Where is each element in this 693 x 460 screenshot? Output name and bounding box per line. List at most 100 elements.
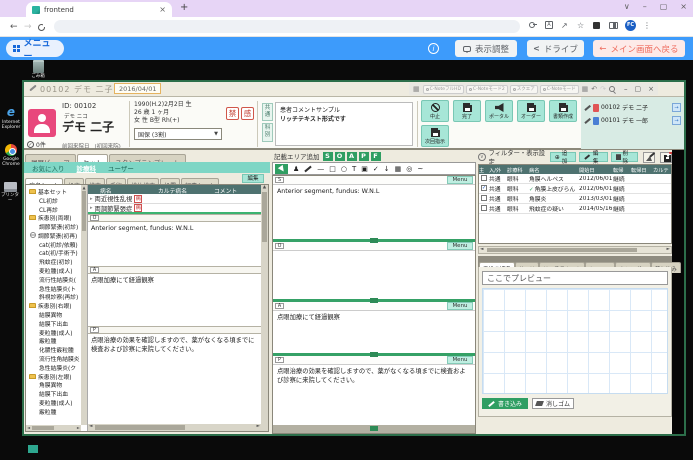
infection-badge[interactable]: 感 bbox=[241, 107, 254, 120]
tree-horizontal-scrollbar[interactable]: ◄► bbox=[26, 425, 81, 431]
pencil-tool-icon[interactable] bbox=[305, 165, 312, 172]
edit-pencil-icon[interactable] bbox=[29, 85, 36, 92]
action-button[interactable]: オーダー bbox=[517, 100, 545, 122]
text-tool-icon[interactable]: T bbox=[352, 164, 356, 174]
maximize-icon[interactable]: ▢ bbox=[660, 2, 668, 11]
contraindication-badge[interactable]: 禁 bbox=[226, 107, 239, 120]
sidebar-icon[interactable] bbox=[609, 22, 618, 29]
mode-option[interactable]: スクエア bbox=[510, 85, 538, 94]
section-menu-button[interactable]: Menu bbox=[447, 302, 473, 310]
patient-list-item[interactable]: 00101 デモ 一郎 bbox=[581, 114, 684, 127]
tree-item[interactable]: 麦粒腫(成人) bbox=[27, 328, 87, 337]
set-edit-button[interactable]: 編集 bbox=[242, 174, 264, 183]
edit-pencil-icon[interactable] bbox=[584, 118, 590, 124]
tab-close-icon[interactable]: × bbox=[159, 6, 166, 14]
editor-section-text-s[interactable]: Anterior segment, fundus: W.N.L bbox=[273, 185, 475, 239]
tree-item[interactable]: 疾患別(左眼) bbox=[27, 372, 87, 381]
address-input[interactable] bbox=[54, 20, 520, 33]
diagnosis-filter-row[interactable]: 共通 眼科 ✓飛蚊症の疑い 2014/05/16 継続 bbox=[479, 204, 671, 214]
tab-search-chevron-icon[interactable]: ∨ bbox=[624, 2, 630, 11]
new-tab-button[interactable]: + bbox=[180, 2, 188, 13]
tree-item[interactable]: 結膜下出血 bbox=[27, 319, 87, 328]
add-area-button[interactable]: P bbox=[359, 152, 369, 161]
filter-horizontal-scrollbar[interactable]: ◄► bbox=[478, 246, 672, 254]
section-bar-a[interactable]: A bbox=[88, 266, 261, 274]
mode-option[interactable]: C-Noteモード bbox=[540, 85, 579, 94]
editor-section-bar-o[interactable]: OMenu bbox=[273, 242, 475, 251]
undo-icon[interactable]: ↶ bbox=[591, 85, 597, 93]
tree-item[interactable]: 結膜下出血 bbox=[27, 389, 87, 398]
tree-item[interactable]: 疾患別(右眼) bbox=[27, 301, 87, 310]
patient-comment-box[interactable]: 患者コメントサンプル リッチテキスト形式です bbox=[275, 102, 413, 146]
section-text-o[interactable]: Anterior segment, fundus: W.N.L bbox=[88, 222, 261, 266]
tree-item[interactable]: 化膿性霰粒腫 bbox=[27, 345, 87, 354]
return-main-button[interactable]: ← メイン画面へ戻る bbox=[593, 40, 685, 57]
tree-item[interactable]: 麦粒腫(成人) bbox=[27, 266, 87, 275]
main-diagnosis-checkbox[interactable] bbox=[481, 205, 487, 211]
close-icon[interactable]: × bbox=[680, 2, 687, 11]
desktop-icon-printer[interactable]: プリンター bbox=[0, 182, 20, 204]
collapse-chevron-icon[interactable] bbox=[478, 153, 486, 161]
tree-item[interactable]: 角膜異物 bbox=[27, 381, 87, 390]
desktop-icon-ie[interactable]: e Internet Explorer bbox=[1, 106, 21, 131]
action-button[interactable]: 次回指示 bbox=[421, 125, 449, 147]
main-diagnosis-checkbox[interactable] bbox=[481, 185, 487, 191]
insurance-select[interactable]: 国保 (3割) ▼ bbox=[134, 128, 222, 140]
tabs-overflow-icon[interactable]: ▼ bbox=[666, 153, 670, 159]
edit-pencil-icon[interactable] bbox=[584, 105, 590, 111]
section-bar-p[interactable]: P bbox=[88, 326, 261, 334]
add-area-button[interactable]: S bbox=[323, 152, 333, 161]
emr-close-icon[interactable]: × bbox=[648, 85, 654, 93]
add-area-button[interactable]: O bbox=[335, 152, 345, 161]
tree-item[interactable]: CL初診 bbox=[27, 196, 87, 205]
display-adjust-button[interactable]: 表示調整 bbox=[455, 40, 517, 57]
tree-item[interactable]: cat(初診/依頼) bbox=[27, 240, 87, 249]
tree-item[interactable]: 流行性角結膜炎 bbox=[27, 354, 87, 363]
category-tab[interactable]: 診療科 bbox=[77, 163, 97, 173]
share-icon[interactable]: ↗ bbox=[561, 21, 568, 30]
visit-date-chip[interactable]: 2016/04/01 bbox=[114, 83, 161, 94]
section-menu-button[interactable]: Menu bbox=[447, 176, 473, 184]
signature-tool-icon[interactable]: ~ bbox=[417, 164, 423, 174]
minimize-icon[interactable]: – bbox=[643, 2, 647, 11]
editor-section-bar-s[interactable]: SMenu bbox=[273, 176, 475, 185]
editor-section-text-o[interactable] bbox=[273, 251, 475, 299]
patient-list-item[interactable]: 00102 デモ 二子 bbox=[581, 101, 684, 114]
tree-item[interactable]: 急性結膜炎(ク bbox=[27, 363, 87, 372]
layout-grid2-icon[interactable]: ▦ bbox=[582, 85, 589, 93]
edit-diagnosis-button[interactable]: 編集 bbox=[579, 152, 608, 162]
table-tool-icon[interactable]: ▦ bbox=[395, 164, 402, 174]
main-diagnosis-checkbox[interactable] bbox=[481, 175, 487, 181]
forward-icon[interactable]: → bbox=[24, 22, 32, 32]
section-menu-button[interactable]: Menu bbox=[447, 242, 473, 250]
magnifier-icon[interactable] bbox=[609, 86, 615, 92]
reload-icon[interactable] bbox=[38, 24, 45, 31]
tree-item[interactable]: 調節緊張(初再) bbox=[27, 231, 87, 240]
tree-item[interactable]: 斜視診察(再診) bbox=[27, 293, 87, 302]
mode-option[interactable]: C-Noteモード2 bbox=[466, 85, 508, 94]
drive-button[interactable]: < ドライブ bbox=[527, 40, 584, 57]
editor-section-bar-a[interactable]: AMenu bbox=[273, 302, 475, 311]
tree-item[interactable]: 結膜異物 bbox=[27, 310, 87, 319]
write-button[interactable]: 書き込み bbox=[482, 398, 528, 409]
add-area-button[interactable]: F bbox=[371, 152, 381, 161]
tree-item[interactable]: 急性結膜炎(ト bbox=[27, 284, 87, 293]
tree-item[interactable]: 霰粒腫 bbox=[27, 337, 87, 346]
action-button[interactable]: 中止 bbox=[421, 100, 449, 122]
check-tool-icon[interactable]: ✓ bbox=[373, 164, 379, 174]
circle-tool-icon[interactable]: ○ bbox=[341, 164, 347, 174]
import-tool-icon[interactable]: ↓ bbox=[384, 164, 390, 174]
section-resize-handle[interactable] bbox=[273, 239, 475, 242]
browser-tab[interactable]: frontend × bbox=[26, 2, 172, 17]
password-key-icon[interactable] bbox=[529, 21, 537, 29]
section-text-a[interactable]: 点眼加療にて経過観察 bbox=[88, 274, 261, 326]
section-resize-handle[interactable] bbox=[273, 353, 475, 356]
tree-item[interactable]: CL再診 bbox=[27, 205, 87, 214]
brush-clear-button[interactable] bbox=[643, 152, 655, 163]
cursor-tool-icon[interactable] bbox=[275, 164, 288, 174]
editor-section-text-a[interactable]: 点眼加療にて経過観察 bbox=[273, 311, 475, 353]
delete-diagnosis-button[interactable]: 削除 bbox=[611, 152, 638, 162]
info-icon[interactable]: i bbox=[428, 43, 439, 54]
handwriting-canvas[interactable] bbox=[482, 288, 668, 394]
bookmark-star-icon[interactable]: ☆ bbox=[577, 21, 584, 30]
